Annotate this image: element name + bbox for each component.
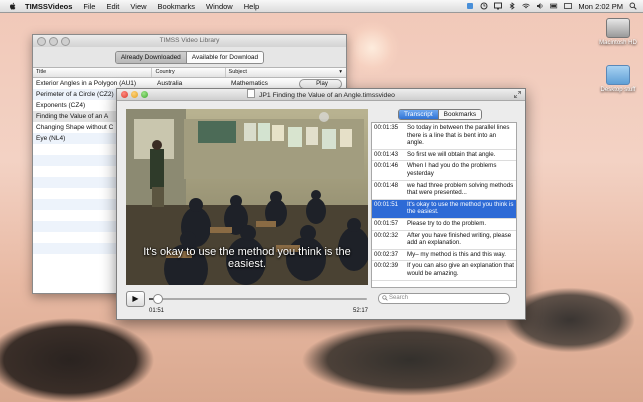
time-total: 52:17: [352, 308, 368, 314]
player-title: JP1 Finding the Value of an Angle.timssv…: [258, 92, 395, 99]
menu-edit[interactable]: Edit: [106, 2, 119, 11]
transcript-row[interactable]: 00:01:43 So first we will obtain that ang…: [372, 150, 516, 162]
transcript-timestamp: 00:01:46: [374, 162, 399, 170]
transcript-text: Please try to do the problem.: [407, 219, 487, 227]
transcript-timestamp: 00:01:43: [374, 150, 399, 158]
player-titlebar[interactable]: JP1 Finding the Value of an Angle.timssv…: [117, 89, 525, 101]
transcript-list[interactable]: 00:01:35 So today in between the parallel…: [371, 122, 517, 288]
transcript-row[interactable]: 00:01:48 we had three problem solving met…: [372, 181, 516, 200]
transcript-row[interactable]: 00:01:35 So today in between the parallel…: [372, 123, 516, 150]
volume-icon[interactable]: [536, 2, 544, 10]
minimize-button[interactable]: [49, 37, 58, 46]
desktop-icon-desktop-stuff[interactable]: Desktop stuff: [598, 65, 638, 93]
side-panel-tabs: Transcript Bookmarks: [398, 109, 483, 120]
time-elapsed: 01:51: [149, 308, 165, 314]
bluetooth-icon[interactable]: [508, 2, 516, 10]
close-button[interactable]: [37, 37, 46, 46]
transcript-row[interactable]: 00:02:32 After you have finished writing,…: [372, 231, 516, 250]
document-icon: [247, 89, 256, 98]
transcript-row[interactable]: 00:01:51 It's okay to use the method you …: [372, 199, 516, 219]
desktop-icon-macintosh-hd[interactable]: Macintosh HD: [598, 18, 638, 46]
sort-chevron-icon: ▾: [339, 69, 342, 75]
play-button[interactable]: ▶: [126, 291, 145, 307]
search-placeholder: Search: [389, 295, 409, 301]
fullscreen-icon[interactable]: [514, 91, 521, 98]
scrubber-track[interactable]: [149, 294, 367, 304]
segment-available-for-download[interactable]: Available for Download: [185, 51, 264, 63]
segment-already-downloaded[interactable]: Already Downloaded: [115, 51, 186, 63]
column-header-subject-label: Subject: [228, 69, 247, 75]
close-button[interactable]: [121, 91, 128, 98]
menubar-clock[interactable]: Mon 2:02 PM: [578, 2, 623, 11]
scrubber-handle[interactable]: [152, 294, 163, 304]
transcript-text: So today in between the parallel lines t…: [407, 124, 510, 147]
desktop-icon-label: Desktop stuff: [600, 87, 636, 93]
transcript-search-field[interactable]: Search: [378, 293, 510, 304]
zoom-button[interactable]: [141, 91, 148, 98]
transcript-timestamp: 00:02:37: [374, 250, 399, 258]
transcript-text: My– my method is this and this way.: [407, 250, 506, 258]
desktop-icon-label: Macintosh HD: [599, 40, 637, 46]
transcript-timestamp: 00:01:48: [374, 181, 399, 189]
time-machine-icon[interactable]: [480, 2, 488, 10]
library-title: TIMSS Video Library: [159, 37, 220, 44]
folder-icon: [606, 65, 630, 85]
input-menu-icon[interactable]: [564, 2, 573, 10]
transcript-row[interactable]: 00:02:39 If you can also give an explanat…: [372, 261, 516, 281]
apple-icon[interactable]: [9, 2, 17, 11]
video-subtitle: It's okay to use the method you think is…: [143, 246, 351, 270]
menu-window[interactable]: Window: [206, 2, 233, 11]
dropbox-icon[interactable]: [466, 2, 474, 10]
transcript-row[interactable]: 00:01:57 Please try to do the problem.: [372, 219, 516, 231]
display-icon[interactable]: [494, 2, 503, 10]
menu-file[interactable]: File: [83, 2, 95, 11]
column-header-subject[interactable]: Subject ▾: [226, 68, 346, 77]
transcript-timestamp: 00:01:35: [374, 124, 399, 131]
tab-bookmarks[interactable]: Bookmarks: [437, 110, 482, 119]
menu-bar: TIMSSVideos File Edit View Bookmarks Win…: [0, 0, 643, 13]
column-header-country[interactable]: Country: [152, 68, 226, 77]
menu-help[interactable]: Help: [244, 2, 259, 11]
transcript-text: After you have finished writing, please …: [407, 231, 512, 247]
video-frame[interactable]: It's okay to use the method you think is…: [126, 109, 368, 285]
app-menu[interactable]: TIMSSVideos: [25, 2, 72, 11]
column-header-title[interactable]: Title: [33, 68, 153, 77]
library-toolbar: Already Downloaded Available for Downloa…: [33, 47, 346, 68]
transcript-text: we had three problem solving methods tha…: [407, 181, 514, 197]
transcript-text: If you can also give an explanation that…: [407, 262, 514, 277]
minimize-button[interactable]: [131, 91, 138, 98]
transcript-text: It's okay to use the method you think is…: [407, 200, 514, 216]
zoom-button[interactable]: [61, 37, 70, 46]
search-icon: [382, 295, 388, 301]
playback-controls: ▶ 01:51 52:17: [126, 291, 368, 314]
hard-drive-icon: [606, 18, 630, 38]
transcript-text: When I had you do the problems yesterday: [407, 162, 497, 177]
library-table-header: Title Country Subject ▾: [33, 68, 346, 78]
transcript-text: So first we will obtain that angle.: [407, 150, 496, 158]
transcript-timestamp: 00:02:39: [374, 262, 399, 270]
tab-transcript[interactable]: Transcript: [399, 110, 438, 119]
spotlight-search-icon[interactable]: [629, 2, 637, 10]
video-player-window: JP1 Finding the Value of an Angle.timssv…: [116, 88, 526, 320]
transcript-row[interactable]: 00:02:37 My– my method is this and this w…: [372, 250, 516, 262]
library-titlebar[interactable]: TIMSS Video Library: [33, 35, 346, 47]
menu-view[interactable]: View: [130, 2, 146, 11]
transcript-row[interactable]: 00:01:46 When I had you do the problems y…: [372, 161, 516, 181]
menu-bookmarks[interactable]: Bookmarks: [158, 2, 196, 11]
transcript-timestamp: 00:01:57: [374, 219, 399, 227]
battery-icon[interactable]: [550, 2, 558, 10]
transcript-timestamp: 00:01:51: [374, 200, 399, 208]
play-icon: ▶: [132, 294, 139, 303]
transcript-timestamp: 00:02:32: [374, 231, 399, 239]
library-filter-segmented: Already Downloaded Available for Downloa…: [114, 50, 265, 64]
wifi-icon[interactable]: [522, 2, 531, 10]
